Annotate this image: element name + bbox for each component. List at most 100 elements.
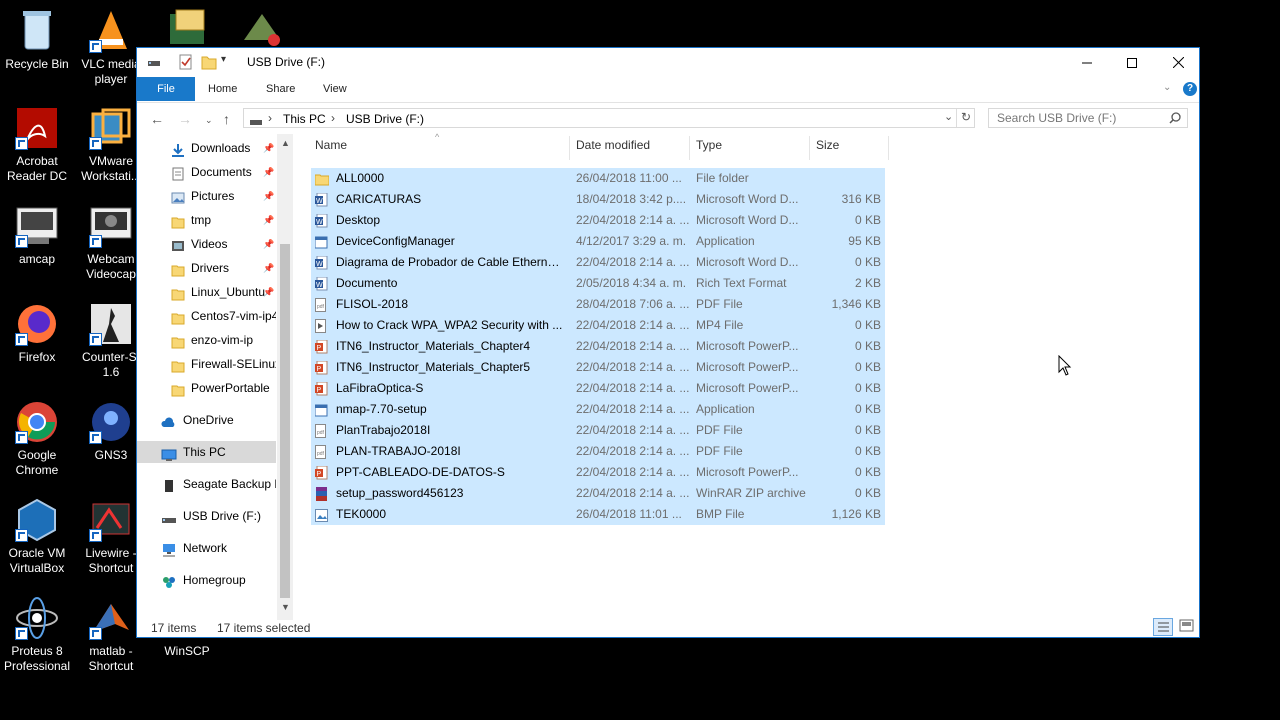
pin-icon[interactable]: 📌 <box>263 281 274 303</box>
search-input[interactable]: Search USB Drive (F:) <box>988 108 1188 128</box>
file-row[interactable]: P ITN6_Instructor_Materials_Chapter5 22/04… <box>311 357 885 378</box>
search-icon[interactable] <box>1169 111 1181 129</box>
file-date: 22/04/2018 2:14 a. ... <box>576 360 690 374</box>
up-button[interactable]: ↑ <box>223 111 230 127</box>
column-divider[interactable] <box>689 136 690 160</box>
network-app-icon[interactable] <box>240 10 284 48</box>
file-row[interactable]: P ITN6_Instructor_Materials_Chapter4 22/04… <box>311 336 885 357</box>
column-header-name[interactable]: Name <box>315 138 347 152</box>
nav-item-location[interactable]: This PC <box>137 441 276 463</box>
file-row[interactable]: nmap-7.70-setup 22/04/2018 2:14 a. ... App… <box>311 399 885 420</box>
file-name: PlanTrabajo2018I <box>336 423 431 437</box>
nav-item-quick-access[interactable]: tmp 📌 <box>137 209 276 231</box>
nav-item-location[interactable]: Homegroup <box>137 569 276 591</box>
desktop-icon[interactable]: Google Chrome <box>1 400 73 478</box>
forward-button[interactable]: → <box>178 111 192 127</box>
pin-icon[interactable]: 📌 <box>263 137 274 159</box>
file-row[interactable]: W Desktop 22/04/2018 2:14 a. ... Microsoft … <box>311 210 885 231</box>
nav-item-quick-access[interactable]: Firewall-SELinux <box>137 353 276 375</box>
pin-icon[interactable]: 📌 <box>263 209 274 231</box>
column-divider[interactable] <box>809 136 810 160</box>
file-row[interactable]: W Documento 2/05/2018 4:34 a. m. Rich Text … <box>311 273 885 294</box>
app-icon <box>89 596 133 640</box>
nav-item-quick-access[interactable]: Downloads 📌 <box>137 137 276 159</box>
file-row[interactable]: W CARICATURAS 18/04/2018 3:42 p.... Microso… <box>311 189 885 210</box>
title-bar[interactable]: ▾ USB Drive (F:) <box>137 48 1199 77</box>
file-row[interactable]: How to Crack WPA_WPA2 Security with ... 2… <box>311 315 885 336</box>
new-folder-icon[interactable] <box>201 54 217 70</box>
desktop-icon[interactable]: Acrobat Reader DC <box>1 106 73 184</box>
breadcrumb-separator-icon: › <box>268 111 272 125</box>
tab-file[interactable]: File <box>137 77 195 101</box>
refresh-icon[interactable]: ↻ <box>961 110 971 124</box>
nav-item-location[interactable]: Network <box>137 537 276 559</box>
nav-item-quick-access[interactable]: Drivers 📌 <box>137 257 276 279</box>
column-header-type[interactable]: Type <box>696 138 722 152</box>
address-bar[interactable]: › This PC › USB Drive (F:) ⌄ ↻ <box>243 108 975 128</box>
column-divider[interactable] <box>569 136 570 160</box>
file-row[interactable]: P PPT-CABLEADO-DE-DATOS-S 22/04/2018 2:14 … <box>311 462 885 483</box>
desktop-icon[interactable]: Oracle VM VirtualBox <box>1 498 73 576</box>
scroll-up-icon[interactable]: ▲ <box>281 138 290 148</box>
pin-icon[interactable]: 📌 <box>263 185 274 207</box>
file-row[interactable]: pdf FLISOL-2018 28/04/2018 7:06 a. ... PDF … <box>311 294 885 315</box>
help-icon[interactable]: ? <box>1183 82 1197 96</box>
nav-scroll-thumb[interactable] <box>280 244 290 598</box>
nav-item-location[interactable]: USB Drive (F:) <box>137 505 276 527</box>
customize-quick-access-icon[interactable]: ▾ <box>221 54 231 70</box>
desktop-icon[interactable]: Recycle Bin <box>1 9 73 72</box>
file-row[interactable]: pdf PLAN-TRABAJO-2018I 22/04/2018 2:14 a. … <box>311 441 885 462</box>
breadcrumb-usb-drive[interactable]: USB Drive (F:) <box>346 112 424 126</box>
nav-item-quick-access[interactable]: Linux_Ubuntu 📌 <box>137 281 276 303</box>
desktop-icon[interactable]: Proteus 8 Professional <box>1 596 73 674</box>
desktop-icon[interactable]: amcap <box>1 204 73 267</box>
column-header-size[interactable]: Size <box>816 138 839 152</box>
nav-item-quick-access[interactable]: Videos 📌 <box>137 233 276 255</box>
nav-item-quick-access[interactable]: Centos7-vim-ip4 <box>137 305 276 327</box>
file-row[interactable]: DeviceConfigManager 4/12/2017 3:29 a. m. A… <box>311 231 885 252</box>
nav-scrollbar[interactable]: ▲ ▼ <box>277 134 293 620</box>
minimize-button[interactable] <box>1064 48 1110 77</box>
file-type: WinRAR ZIP archive <box>696 486 806 500</box>
properties-icon[interactable] <box>179 54 193 70</box>
scroll-down-icon[interactable]: ▼ <box>281 602 290 612</box>
file-row[interactable]: pdf PlanTrabajo2018I 22/04/2018 2:14 a. ..… <box>311 420 885 441</box>
file-row[interactable]: ALL0000 26/04/2018 11:00 ... File folder <box>311 168 885 189</box>
pin-icon[interactable]: 📌 <box>263 161 274 183</box>
back-button[interactable]: ← <box>150 111 164 127</box>
pdf-file-icon: pdf <box>315 298 327 312</box>
close-button[interactable] <box>1155 48 1201 77</box>
address-dropdown-icon[interactable]: ⌄ <box>944 110 953 123</box>
desktop-icon[interactable]: Firefox <box>1 302 73 365</box>
maximize-button[interactable] <box>1109 48 1155 77</box>
shortcut-arrow-icon <box>15 333 28 346</box>
file-row[interactable]: P LaFibraOptica-S 22/04/2018 2:14 a. ... Mi… <box>311 378 885 399</box>
details-view-button[interactable] <box>1153 618 1173 636</box>
expand-ribbon-icon[interactable]: ⌄ <box>1163 82 1171 93</box>
shortcut-arrow-icon <box>89 235 102 248</box>
nav-item-quick-access[interactable]: PowerPortable <box>137 377 276 399</box>
column-divider[interactable] <box>888 136 889 160</box>
tab-view[interactable]: View <box>309 77 361 101</box>
folder-icon <box>171 358 185 373</box>
pin-icon[interactable]: 📌 <box>263 233 274 255</box>
breadcrumb-this-pc[interactable]: This PC <box>283 112 326 126</box>
file-date: 22/04/2018 2:14 a. ... <box>576 255 690 269</box>
file-row[interactable]: setup_password456123 22/04/2018 2:14 a. .… <box>311 483 885 504</box>
tab-home[interactable]: Home <box>194 77 251 101</box>
nav-item-location[interactable]: Seagate Backup P <box>137 473 276 495</box>
mail-app-icon[interactable] <box>164 8 208 48</box>
tab-share[interactable]: Share <box>252 77 309 101</box>
nav-item-quick-access[interactable]: Pictures 📌 <box>137 185 276 207</box>
file-date: 4/12/2017 3:29 a. m. <box>576 234 687 248</box>
pin-icon[interactable]: 📌 <box>263 257 274 279</box>
large-icons-view-button[interactable] <box>1179 619 1195 636</box>
nav-item-location[interactable]: OneDrive <box>137 409 276 431</box>
recent-locations-icon[interactable]: ⌄ <box>205 115 213 126</box>
nav-item-quick-access[interactable]: enzo-vim-ip <box>137 329 276 351</box>
nav-item-quick-access[interactable]: Documents 📌 <box>137 161 276 183</box>
file-name: setup_password456123 <box>336 486 464 500</box>
file-row[interactable]: W Diagrama de Probador de Cable Ethernet.… <box>311 252 885 273</box>
file-row[interactable]: TEK0000 26/04/2018 11:01 ... BMP File 1,126… <box>311 504 885 525</box>
column-header-date[interactable]: Date modified <box>576 138 650 152</box>
